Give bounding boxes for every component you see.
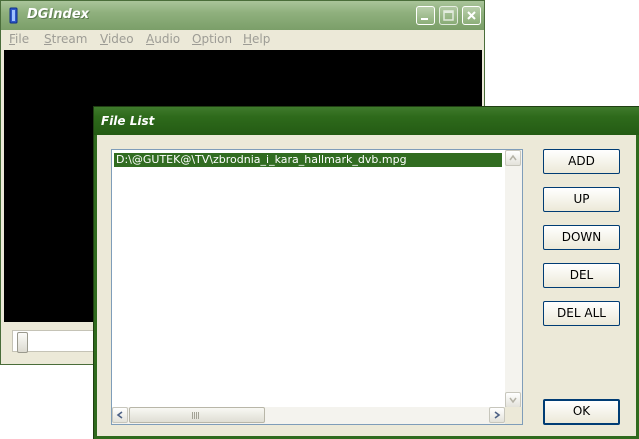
up-button[interactable]: UP	[543, 187, 620, 212]
menu-file-label: ile	[15, 32, 30, 46]
seek-slider-thumb[interactable]	[17, 332, 28, 353]
minimize-button[interactable]	[416, 6, 435, 25]
arrow-up-icon	[509, 154, 517, 161]
scroll-left-button[interactable]	[112, 407, 128, 423]
file-list-dialog: File List D:\@GUTEK@\TV\zbrodnia_i_kara_…	[93, 106, 639, 439]
close-button[interactable]	[462, 6, 481, 25]
file-list-title: File List	[101, 114, 155, 128]
menu-audio-label: udio	[154, 32, 181, 46]
del-button[interactable]: DEL	[543, 263, 620, 288]
file-list-title-bar[interactable]: File List	[94, 107, 639, 135]
list-item[interactable]: D:\@GUTEK@\TV\zbrodnia_i_kara_hallmark_d…	[114, 153, 502, 167]
menu-audio[interactable]: Audio	[146, 32, 180, 46]
menu-video-accel: V	[100, 32, 108, 46]
maximize-icon	[443, 10, 454, 21]
arrow-down-icon	[509, 397, 517, 404]
menu-stream-label: tream	[51, 32, 88, 46]
dialog-frame-left	[94, 135, 97, 439]
menu-audio-accel: A	[146, 32, 155, 46]
menu-option[interactable]: Option	[192, 32, 232, 46]
close-icon	[467, 11, 476, 20]
dgindex-title-bar[interactable]: DGIndex	[1, 1, 484, 30]
menu-stream-accel: S	[44, 32, 52, 46]
scrollbar-corner	[505, 407, 522, 424]
horizontal-scroll-thumb[interactable]	[129, 407, 265, 423]
del-all-button[interactable]: DEL ALL	[543, 301, 620, 326]
dgindex-app-icon[interactable]	[7, 7, 20, 24]
menu-file[interactable]: File	[9, 32, 29, 46]
scroll-right-button[interactable]	[489, 407, 505, 423]
arrow-right-icon	[494, 411, 501, 419]
dgindex-window-title: DGIndex	[27, 7, 90, 22]
menu-video[interactable]: Video	[100, 32, 134, 46]
vertical-scrollbar[interactable]	[505, 150, 522, 408]
menu-bar: File Stream Video Audio Option Help	[2, 30, 483, 49]
scroll-down-button[interactable]	[505, 392, 521, 408]
minimize-icon	[421, 18, 428, 20]
ok-button[interactable]: OK	[543, 399, 620, 425]
file-listbox[interactable]: D:\@GUTEK@\TV\zbrodnia_i_kara_hallmark_d…	[111, 149, 523, 425]
menu-help[interactable]: Help	[243, 32, 270, 46]
maximize-button[interactable]	[439, 6, 458, 25]
horizontal-scrollbar[interactable]	[112, 407, 505, 424]
scroll-thumb-grip	[192, 412, 200, 419]
menu-help-label: elp	[252, 32, 271, 46]
menu-option-label: ption	[201, 32, 233, 46]
menu-stream[interactable]: Stream	[44, 32, 87, 46]
arrow-left-icon	[116, 411, 123, 419]
menu-help-accel: H	[243, 32, 253, 46]
add-button[interactable]: ADD	[543, 149, 620, 174]
down-button[interactable]: DOWN	[543, 225, 620, 250]
seek-slider[interactable]	[12, 330, 102, 353]
scroll-up-button[interactable]	[505, 150, 521, 166]
menu-video-label: ideo	[107, 32, 134, 46]
